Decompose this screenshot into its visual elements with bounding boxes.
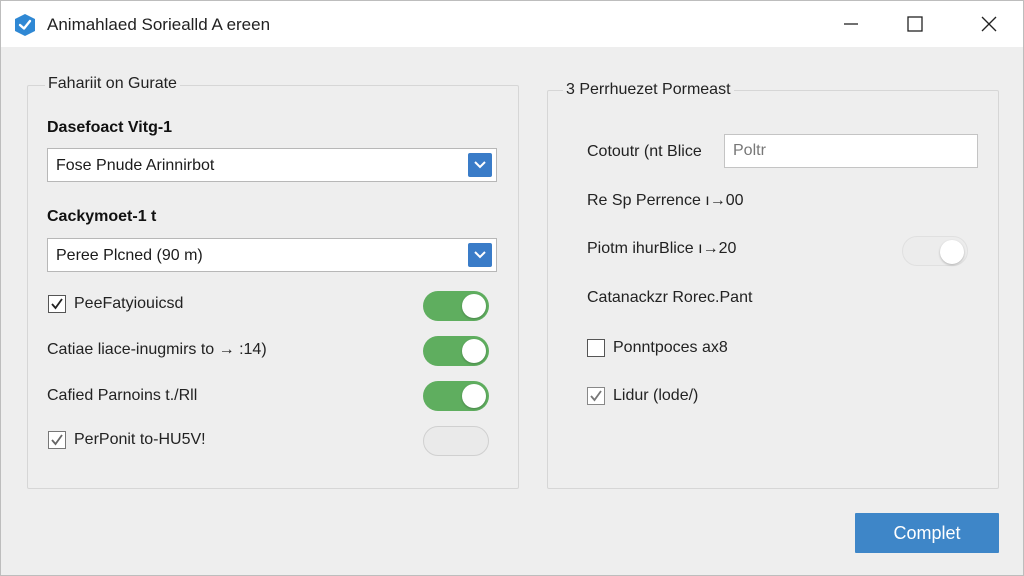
right-line1: Re Sp Perrence ı→00 [587, 192, 744, 209]
right-check1-label: Ponntpoces ax8 [613, 339, 728, 356]
field2-label: Cackymoet-1 t [47, 208, 157, 225]
row2-label: Catiae liace-inugmirs to → :14) [47, 341, 267, 358]
row1-checkbox[interactable] [48, 295, 66, 313]
complete-button[interactable]: Complet [855, 513, 999, 553]
checkmark-icon [51, 298, 63, 310]
minimize-icon [844, 23, 858, 25]
toggle-knob [462, 294, 486, 318]
input-label: Cotoutr (nt Blice [587, 143, 702, 160]
field2-dropdown[interactable]: Peree Plcned (90 m) [47, 238, 497, 272]
left-group-legend: Fahariit on Gurate [45, 75, 180, 93]
row4-label: PerPonit to-HU5V! [74, 431, 206, 448]
close-icon [981, 16, 997, 32]
row1-label: PeeFatyiouicsd [74, 295, 184, 312]
row2-toggle[interactable] [423, 336, 489, 366]
right-line3: Catanackzr Rorec.Pant [587, 289, 753, 306]
window-title: Animahlaed Soriealld A ereen [47, 15, 271, 34]
row4-checkbox[interactable] [48, 431, 66, 449]
checkmark-icon [51, 434, 63, 446]
field1-label: Dasefoact Vitg-1 [47, 119, 173, 136]
toggle-knob [462, 339, 486, 363]
field1-selected-value: Fose Pnude Arinnirbot [56, 157, 215, 174]
row1-toggle[interactable] [423, 291, 489, 321]
minimize-button[interactable] [827, 1, 875, 47]
chevron-down-icon[interactable] [468, 153, 492, 177]
row4-toggle[interactable] [423, 426, 489, 456]
right-line2-toggle[interactable] [902, 236, 968, 266]
toggle-knob [940, 240, 964, 264]
checkmark-icon [590, 390, 602, 402]
right-line2: Piotm ihurBlice ı→20 [587, 240, 737, 257]
toggle-knob [462, 384, 486, 408]
app-window: Animahlaed Soriealld A ereen Fahariit on… [0, 0, 1024, 576]
right-check2-label: Lidur (lode/) [613, 387, 699, 404]
maximize-icon [907, 16, 923, 32]
polt-input[interactable] [724, 134, 978, 168]
right-check2-checkbox[interactable] [587, 387, 605, 405]
right-group-legend: 3 Perrhuezet Pormeast [563, 81, 734, 99]
right-check1-checkbox[interactable] [587, 339, 605, 357]
field2-selected-value: Peree Plcned (90 m) [56, 247, 203, 264]
app-logo-icon [13, 13, 37, 37]
row3-label: Cafied Parnoins t./Rll [47, 387, 198, 404]
title-bar: Animahlaed Soriealld A ereen [1, 1, 1023, 47]
close-button[interactable] [965, 1, 1013, 47]
field1-dropdown[interactable]: Fose Pnude Arinnirbot [47, 148, 497, 182]
maximize-button[interactable] [891, 1, 939, 47]
chevron-down-icon[interactable] [468, 243, 492, 267]
row3-toggle[interactable] [423, 381, 489, 411]
